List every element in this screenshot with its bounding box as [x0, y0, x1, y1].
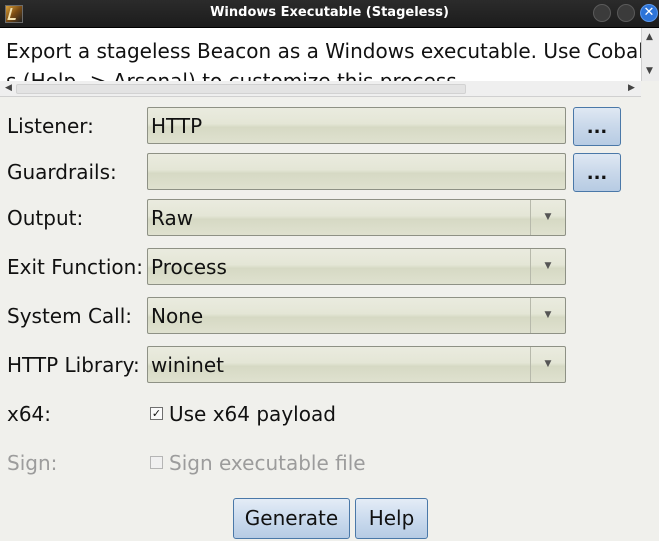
sign-checkbox-label: Sign executable file	[169, 451, 366, 475]
chevron-down-icon[interactable]: ▼	[530, 347, 565, 382]
output-value: Raw	[151, 206, 194, 230]
x64-checkbox[interactable]: ✓	[150, 407, 163, 420]
guardrails-field[interactable]	[147, 153, 566, 190]
listener-label: Listener:	[7, 114, 94, 138]
close-button[interactable]: ✕	[640, 4, 658, 22]
scroll-down-icon[interactable]: ▼	[646, 66, 653, 76]
exit-function-select[interactable]: Process ▼	[147, 248, 566, 285]
output-label: Output:	[7, 206, 84, 230]
minimize-button[interactable]	[593, 4, 611, 22]
guardrails-label: Guardrails:	[7, 160, 117, 184]
chevron-down-icon[interactable]: ▼	[530, 298, 565, 333]
generate-button[interactable]: Generate	[233, 498, 350, 539]
listener-field[interactable]: HTTP	[147, 107, 566, 144]
description-text: Export a stageless Beacon as a Windows e…	[6, 36, 641, 81]
guardrails-browse-button[interactable]: ...	[573, 153, 621, 192]
http-library-select[interactable]: wininet ▼	[147, 346, 566, 383]
description-horizontal-scrollbar[interactable]: ◀ ▶	[0, 81, 641, 97]
chevron-down-icon[interactable]: ▼	[530, 249, 565, 284]
window-title: Windows Executable (Stageless)	[210, 5, 449, 20]
system-call-select[interactable]: None ▼	[147, 297, 566, 334]
scrollbar-thumb[interactable]	[16, 84, 466, 94]
chevron-down-icon[interactable]: ▼	[530, 200, 565, 235]
description-line-1: Export a stageless Beacon as a Windows e…	[6, 39, 641, 63]
scroll-left-icon[interactable]: ◀	[5, 83, 12, 93]
output-select[interactable]: Raw ▼	[147, 199, 566, 236]
x64-checkbox-label[interactable]: Use x64 payload	[169, 402, 336, 426]
sign-checkbox	[150, 456, 163, 469]
http-library-value: wininet	[151, 353, 224, 377]
scroll-up-icon[interactable]: ▲	[646, 32, 653, 42]
description-pane[interactable]: Export a stageless Beacon as a Windows e…	[0, 28, 641, 82]
help-button[interactable]: Help	[355, 498, 428, 539]
exit-function-label: Exit Function:	[7, 255, 144, 279]
title-bar[interactable]: Windows Executable (Stageless) ✕	[0, 0, 659, 28]
http-library-label: HTTP Library:	[7, 353, 140, 377]
close-icon: ✕	[643, 5, 655, 20]
exit-function-value: Process	[151, 255, 227, 279]
description-vertical-scrollbar[interactable]: ▲ ▼	[641, 28, 659, 81]
scroll-right-icon[interactable]: ▶	[628, 83, 635, 93]
listener-browse-button[interactable]: ...	[573, 107, 621, 146]
x64-label: x64:	[7, 402, 52, 426]
listener-value: HTTP	[151, 114, 203, 138]
system-call-label: System Call:	[7, 304, 133, 328]
sign-label: Sign:	[7, 451, 58, 475]
maximize-button[interactable]	[617, 4, 635, 22]
system-call-value: None	[151, 304, 204, 328]
